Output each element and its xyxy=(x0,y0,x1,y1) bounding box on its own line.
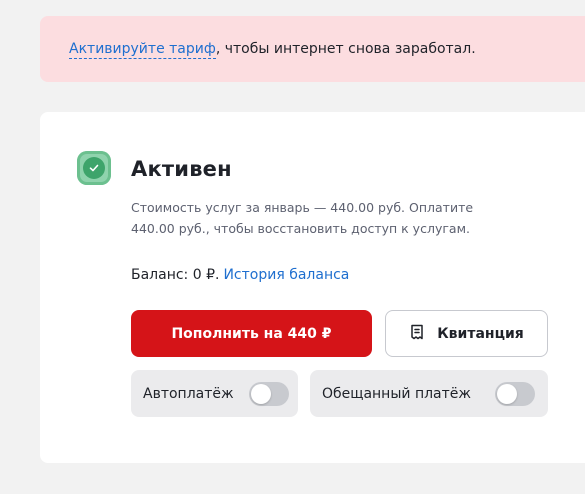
alert-text: , чтобы интернет снова заработал. xyxy=(215,41,476,57)
promised-payment-toggle-box: Обещанный платёж xyxy=(310,370,548,417)
autopay-switch-knob xyxy=(251,384,271,404)
receipt-icon xyxy=(409,324,425,344)
account-status-card: Активен Стоимость услуг за январь — 440.… xyxy=(40,112,585,463)
promised-payment-switch-knob xyxy=(497,384,517,404)
balance-history-link[interactable]: История баланса xyxy=(223,267,349,283)
promised-payment-label: Обещанный платёж xyxy=(322,385,472,402)
receipt-button[interactable]: Квитанция xyxy=(385,310,548,357)
autopay-label: Автоплатёж xyxy=(143,385,234,402)
balance-line: Баланс: 0 ₽. История баланса xyxy=(131,267,349,283)
promised-payment-switch[interactable] xyxy=(495,382,535,406)
status-title: Активен xyxy=(131,157,232,181)
inactive-tariff-alert: Активируйте тариф, чтобы интернет снова … xyxy=(40,16,585,82)
status-description: Стоимость услуг за январь — 440.00 руб. … xyxy=(131,200,474,236)
receipt-label: Квитанция xyxy=(437,325,524,342)
top-up-button[interactable]: Пополнить на 440 ₽ xyxy=(131,310,372,357)
balance-label: Баланс: 0 ₽. xyxy=(131,267,220,283)
autopay-toggle-box: Автоплатёж xyxy=(131,370,298,417)
check-icon xyxy=(77,151,111,185)
autopay-switch[interactable] xyxy=(249,382,289,406)
activate-tariff-link[interactable]: Активируйте тариф xyxy=(69,41,216,59)
